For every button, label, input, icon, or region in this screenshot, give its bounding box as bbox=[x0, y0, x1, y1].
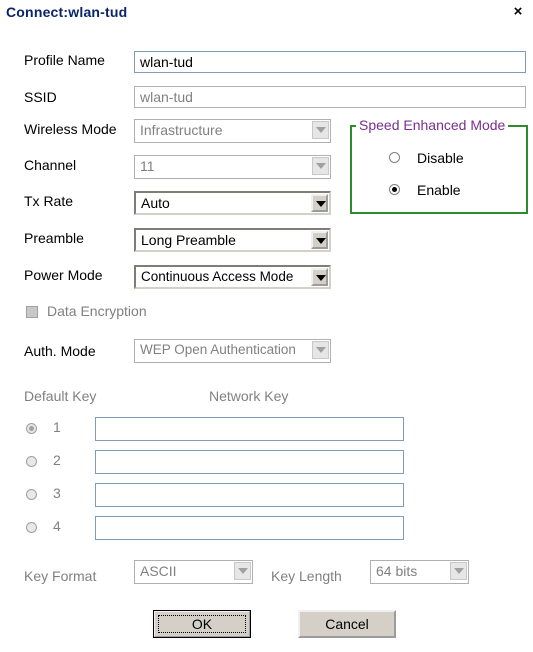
channel-value: 11 bbox=[140, 158, 155, 174]
key-format-label: Key Format bbox=[24, 568, 97, 584]
title-bar: Connect:wlan-tud × bbox=[0, 0, 533, 26]
tx-rate-select[interactable]: Auto bbox=[134, 191, 331, 215]
ssid-input[interactable]: wlan-tud bbox=[134, 86, 526, 108]
chevron-down-icon[interactable] bbox=[312, 341, 329, 359]
key-4-label: 4 bbox=[53, 518, 61, 534]
key-format-select[interactable]: ASCII bbox=[134, 560, 253, 584]
chevron-down-icon[interactable] bbox=[311, 231, 328, 249]
chevron-down-icon[interactable] bbox=[312, 157, 329, 175]
chevron-down-icon[interactable] bbox=[311, 268, 328, 286]
ssid-label: SSID bbox=[24, 89, 57, 105]
wireless-mode-value: Infrastructure bbox=[140, 122, 223, 138]
key-1-input[interactable] bbox=[95, 417, 404, 441]
key-format-value: ASCII bbox=[140, 563, 177, 579]
preamble-value: Long Preamble bbox=[141, 232, 236, 248]
chevron-down-icon[interactable] bbox=[312, 121, 329, 139]
connect-dialog: Connect:wlan-tud × Profile Name wlan-tud… bbox=[0, 0, 533, 652]
chevron-down-icon[interactable] bbox=[311, 194, 328, 212]
disable-radio[interactable] bbox=[389, 152, 400, 163]
ok-button[interactable]: OK bbox=[153, 610, 251, 638]
chevron-down-icon[interactable] bbox=[234, 562, 251, 580]
wireless-mode-select[interactable]: Infrastructure bbox=[134, 119, 331, 143]
preamble-select[interactable]: Long Preamble bbox=[134, 228, 331, 252]
key-2-label: 2 bbox=[53, 452, 61, 468]
key-1-label: 1 bbox=[53, 419, 61, 435]
auth-mode-label: Auth. Mode bbox=[24, 343, 96, 359]
key-3-label: 3 bbox=[53, 485, 61, 501]
enable-label[interactable]: Enable bbox=[417, 182, 461, 198]
key-3-input[interactable] bbox=[95, 483, 404, 507]
data-encryption-label: Data Encryption bbox=[47, 303, 147, 319]
chevron-down-icon[interactable] bbox=[450, 562, 467, 580]
cancel-button[interactable]: Cancel bbox=[298, 610, 396, 638]
profile-name-input[interactable]: wlan-tud bbox=[134, 51, 526, 73]
tx-rate-value: Auto bbox=[141, 195, 170, 211]
focus-rectangle bbox=[158, 615, 246, 633]
key-2-radio[interactable] bbox=[26, 456, 37, 467]
auth-mode-select[interactable]: WEP Open Authentication bbox=[134, 339, 331, 363]
power-mode-label: Power Mode bbox=[24, 267, 103, 283]
data-encryption-checkbox[interactable] bbox=[26, 306, 38, 318]
key-4-radio[interactable] bbox=[26, 522, 37, 533]
power-mode-select[interactable]: Continuous Access Mode bbox=[134, 265, 331, 289]
auth-mode-value: WEP Open Authentication bbox=[140, 342, 296, 357]
key-length-select[interactable]: 64 bits bbox=[370, 560, 469, 584]
channel-select[interactable]: 11 bbox=[134, 155, 331, 179]
network-key-label: Network Key bbox=[209, 388, 289, 404]
wireless-mode-label: Wireless Mode bbox=[24, 121, 117, 137]
channel-label: Channel bbox=[24, 157, 77, 173]
enable-radio[interactable] bbox=[389, 184, 400, 195]
key-length-label: Key Length bbox=[271, 568, 342, 584]
window-title: Connect:wlan-tud bbox=[6, 4, 128, 20]
key-3-radio[interactable] bbox=[26, 489, 37, 500]
power-mode-value: Continuous Access Mode bbox=[141, 269, 294, 284]
speed-enhanced-mode-group bbox=[350, 125, 528, 214]
default-key-label: Default Key bbox=[24, 388, 97, 404]
disable-label[interactable]: Disable bbox=[417, 150, 464, 166]
key-4-input[interactable] bbox=[95, 516, 404, 540]
tx-rate-label: Tx Rate bbox=[24, 193, 74, 209]
speed-enhanced-mode-title: Speed Enhanced Mode bbox=[356, 117, 509, 133]
close-button[interactable]: × bbox=[509, 4, 527, 21]
profile-name-label: Profile Name bbox=[24, 52, 105, 68]
key-2-input[interactable] bbox=[95, 450, 404, 474]
key-1-radio[interactable] bbox=[26, 423, 37, 434]
key-length-value: 64 bits bbox=[376, 563, 418, 579]
preamble-label: Preamble bbox=[24, 230, 84, 246]
